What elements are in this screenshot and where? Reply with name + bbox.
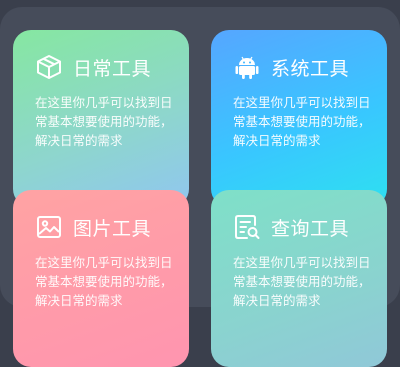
card-description: 在这里你几乎可以找到日常基本想要使用的功能，解决日常的需求 — [233, 255, 371, 308]
card-header: 系统工具 — [233, 52, 387, 82]
card-title: 图片工具 — [73, 217, 152, 240]
card-description: 在这里你几乎可以找到日常基本想要使用的功能，解决日常的需求 — [35, 95, 173, 148]
cube-icon — [35, 53, 63, 81]
image-icon — [35, 213, 63, 241]
card-system-tools[interactable]: 系统工具 在这里你几乎可以找到日常基本想要使用的功能，解决日常的需求 — [211, 30, 387, 207]
card-title: 查询工具 — [271, 217, 350, 240]
search-doc-icon — [233, 213, 261, 241]
card-header: 查询工具 — [233, 212, 387, 242]
android-icon — [233, 53, 261, 81]
card-header: 日常工具 — [35, 52, 189, 82]
card-image-tools[interactable]: 图片工具 在这里你几乎可以找到日常基本想要使用的功能，解决日常的需求 — [13, 190, 189, 367]
card-description: 在这里你几乎可以找到日常基本想要使用的功能，解决日常的需求 — [35, 255, 173, 308]
card-header: 图片工具 — [35, 212, 189, 242]
card-title: 日常工具 — [73, 57, 152, 80]
card-daily-tools[interactable]: 日常工具 在这里你几乎可以找到日常基本想要使用的功能，解决日常的需求 — [13, 30, 189, 207]
card-query-tools[interactable]: 查询工具 在这里你几乎可以找到日常基本想要使用的功能，解决日常的需求 — [211, 190, 387, 367]
card-title: 系统工具 — [271, 57, 350, 80]
card-description: 在这里你几乎可以找到日常基本想要使用的功能，解决日常的需求 — [233, 95, 371, 148]
